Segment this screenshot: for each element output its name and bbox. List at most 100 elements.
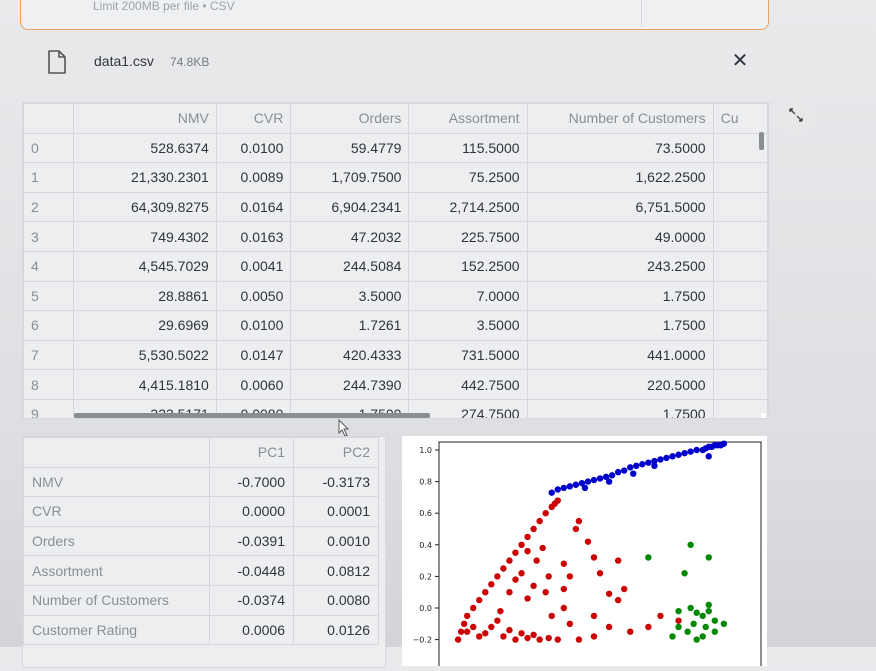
cell-nmv[interactable]: 5,530.5022 [73,339,217,371]
table-row[interactable]: Assortment -0.0448 0.0812 [23,555,379,586]
cell-cvr[interactable]: 0.0060 [215,369,292,400]
cell-cvr[interactable]: 0.0163 [215,221,292,252]
cell-assortment[interactable]: 75.2500 [408,162,528,193]
cell-number-of-customers[interactable]: 6,751.5000 [526,191,714,223]
cell-orders[interactable]: 1.7261 [290,310,410,341]
horizontal-scrollbar[interactable] [74,413,430,418]
cell-customer-rating[interactable] [712,221,768,252]
cell-customer-rating[interactable] [712,280,768,312]
cell-cvr[interactable]: 0.0089 [215,162,292,193]
cell-pc2[interactable]: 0.0812 [293,555,379,586]
column-header-pc1[interactable]: PC1 [209,437,294,468]
cell-number-of-customers[interactable]: 1.7500 [526,310,714,341]
cell-customer-rating[interactable] [712,191,768,223]
cell-customer-rating[interactable] [712,250,768,282]
cell-cvr[interactable]: 0.0100 [215,132,292,164]
column-header-index[interactable] [23,103,75,134]
table-row[interactable]: 6 29.6969 0.0100 1.7261 3.5000 1.7500 [23,310,768,341]
cell-nmv[interactable]: 528.6374 [73,132,217,164]
column-header-nmv[interactable]: NMV [73,103,217,134]
cell-orders[interactable]: 59.4779 [290,132,410,164]
cell-customer-rating[interactable] [712,369,768,400]
cell-orders[interactable]: 3.5000 [290,280,410,312]
cell-pc1[interactable]: 0.0006 [209,614,294,646]
pca-loadings-table[interactable]: PC1 PC2 NMV -0.7000 -0.3173 CVR 0.0000 0.000… [22,436,386,668]
column-header-pc2[interactable]: PC2 [293,437,379,468]
cell-assortment[interactable]: 225.7500 [408,221,528,252]
cell-pc2[interactable]: 0.0126 [293,614,379,646]
cell-number-of-customers[interactable]: 220.5000 [526,369,714,400]
table-row[interactable]: 5 28.8861 0.0050 3.5000 7.0000 1.7500 [23,280,768,312]
cell-cvr[interactable]: 0.0147 [215,339,292,371]
vertical-scrollbar[interactable] [759,132,764,150]
table-row[interactable]: Orders -0.0391 0.0010 [23,525,379,557]
cell-pc2[interactable]: 0.0080 [293,584,379,616]
table-row[interactable]: 7 5,530.5022 0.0147 420.4333 731.5000 441.000… [23,339,768,371]
column-header-orders[interactable]: Orders [290,103,410,134]
table-row[interactable]: 0 528.6374 0.0100 59.4779 115.5000 73.5000 [23,132,768,164]
table-row[interactable]: 4 4,545.7029 0.0041 244.5084 152.2500 243.250… [23,250,768,282]
cell-customer-rating[interactable] [712,398,768,418]
cell-nmv[interactable]: 4,415.1810 [73,369,217,400]
cell-orders[interactable]: 420.4333 [290,339,410,371]
cell-pc1[interactable]: -0.0374 [209,584,294,616]
table-row[interactable]: 2 64,309.8275 0.0164 6,904.2341 2,714.2500 6,… [23,191,768,223]
column-header-index[interactable] [23,437,210,468]
dataframe-table[interactable]: NMV CVR Orders Assortment Number of Cust… [22,102,769,419]
cell-cvr[interactable]: 0.0050 [215,280,292,312]
cell-orders[interactable]: 1,709.7500 [290,162,410,193]
cell-assortment[interactable]: 3.5000 [408,310,528,341]
cell-assortment[interactable]: 2,714.2500 [408,191,528,223]
column-header-cvr[interactable]: CVR [215,103,292,134]
table-row[interactable]: Customer Rating 0.0006 0.0126 [23,614,379,646]
cell-nmv[interactable]: 29.6969 [73,310,217,341]
cell-nmv[interactable]: 4,545.7029 [73,250,217,282]
cell-cvr[interactable]: 0.0100 [215,310,292,341]
cell-assortment[interactable]: 115.5000 [408,132,528,164]
cell-orders[interactable]: 47.2032 [290,221,410,252]
cell-nmv[interactable]: 749.4302 [73,221,217,252]
cell-pc1[interactable]: 0.0000 [209,496,294,527]
cell-assortment[interactable]: 7.0000 [408,280,528,312]
cell-pc1[interactable]: -0.0448 [209,555,294,586]
table-row[interactable]: NMV -0.7000 -0.3173 [23,466,379,498]
remove-file-close-icon[interactable]: ✕ [728,49,752,73]
cell-customer-rating[interactable] [712,310,768,341]
column-header-number-of-customers[interactable]: Number of Customers [526,103,714,134]
table-row[interactable]: CVR 0.0000 0.0001 [23,496,379,527]
cell-assortment[interactable]: 152.2500 [408,250,528,282]
browse-files-button[interactable] [641,0,768,27]
cell-number-of-customers[interactable]: 1.7500 [526,280,714,312]
cell-assortment[interactable]: 442.7500 [408,369,528,400]
fullscreen-expand-icon[interactable] [777,98,815,136]
table-row[interactable]: Number of Customers -0.0374 0.0080 [23,584,379,616]
file-uploader-dropzone[interactable]: Limit 200MB per file • CSV [20,0,769,30]
table-row[interactable]: 1 21,330.2301 0.0089 1,709.7500 75.2500 1,622… [23,162,768,193]
cell-cvr[interactable]: 0.0164 [215,191,292,223]
cell-nmv[interactable]: 64,309.8275 [73,191,217,223]
cell-pc2[interactable]: 0.0001 [293,496,379,527]
cell-number-of-customers[interactable]: 1.7500 [526,398,714,418]
cell-pc1[interactable]: -0.0391 [209,525,294,557]
column-header-assortment[interactable]: Assortment [408,103,528,134]
table-row[interactable]: 8 4,415.1810 0.0060 244.7390 442.7500 220.500… [23,369,768,400]
cell-number-of-customers[interactable]: 243.2500 [526,250,714,282]
cell-orders[interactable]: 244.5084 [290,250,410,282]
cell-pc2[interactable]: -0.3173 [293,466,379,498]
cell-number-of-customers[interactable]: 73.5000 [526,132,714,164]
cell-number-of-customers[interactable]: 49.0000 [526,221,714,252]
cell-pc1[interactable]: -0.7000 [209,466,294,498]
column-header-customer-rating[interactable]: Cu [712,103,768,134]
cell-customer-rating[interactable] [712,339,768,371]
table-row[interactable]: 3 749.4302 0.0163 47.2032 225.7500 49.0000 [23,221,768,252]
cell-cvr[interactable]: 0.0041 [215,250,292,282]
cell-nmv[interactable]: 21,330.2301 [73,162,217,193]
cell-customer-rating[interactable] [712,162,768,193]
cell-assortment[interactable]: 731.5000 [408,339,528,371]
cell-orders[interactable]: 244.7390 [290,369,410,400]
cell-orders[interactable]: 6,904.2341 [290,191,410,223]
cell-number-of-customers[interactable]: 1,622.2500 [526,162,714,193]
cell-number-of-customers[interactable]: 441.0000 [526,339,714,371]
cell-nmv[interactable]: 28.8861 [73,280,217,312]
cell-pc2[interactable]: 0.0010 [293,525,379,557]
